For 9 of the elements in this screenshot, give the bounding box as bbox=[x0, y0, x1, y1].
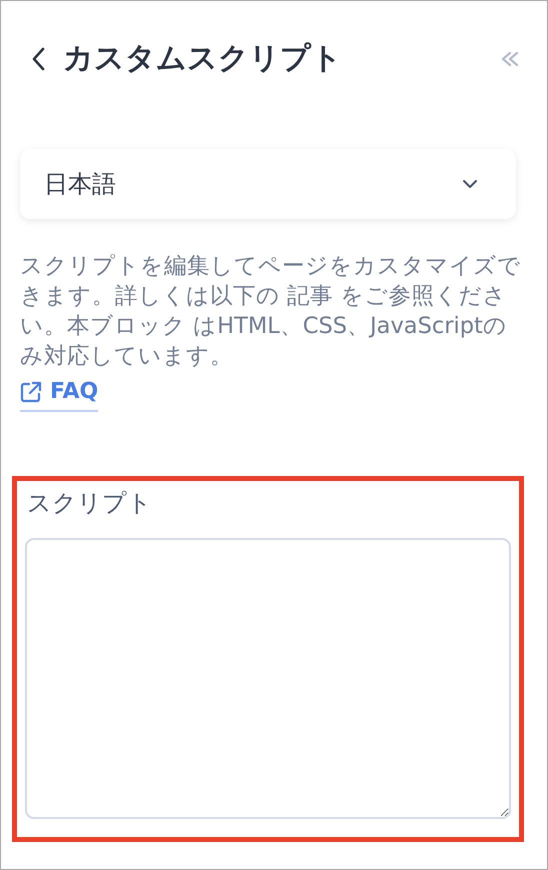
page-title: カスタムスクリプト bbox=[63, 41, 343, 77]
external-link-icon bbox=[20, 380, 42, 402]
script-input[interactable] bbox=[25, 538, 511, 819]
caret-icon[interactable] bbox=[462, 179, 478, 189]
description-text: スクリプトを編集してページをカスタマイズできます。詳しくは以下の 記事 をご参照ください。本ブロック はHTML、CSS、JavaScriptのみ対応しています。 bbox=[20, 252, 522, 371]
field-label: スクリプト bbox=[27, 489, 153, 518]
back-icon[interactable] bbox=[31, 47, 45, 71]
faq-link[interactable]: FAQ bbox=[20, 375, 98, 412]
language-select[interactable]: 日本語 bbox=[20, 149, 516, 219]
